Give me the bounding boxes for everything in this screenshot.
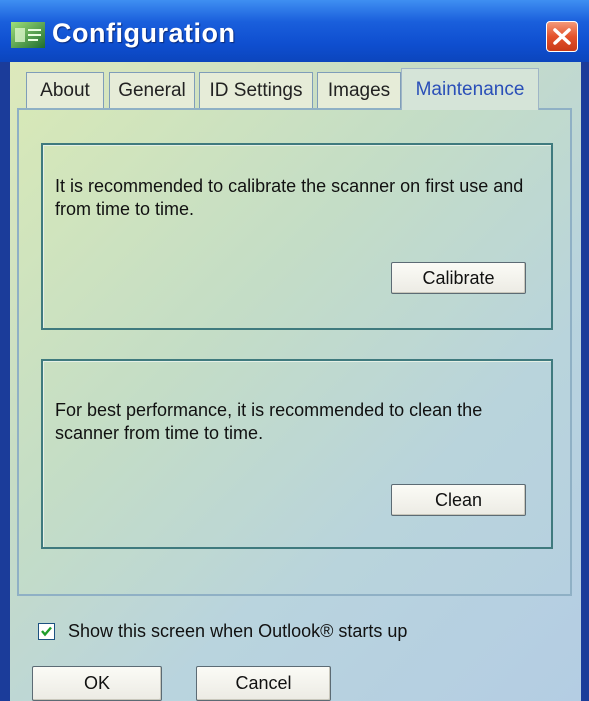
startup-checkbox[interactable] bbox=[38, 623, 55, 640]
scanner-app-icon bbox=[11, 22, 45, 48]
maintenance-tab-panel: It is recommended to calibrate the scann… bbox=[17, 108, 572, 596]
calibrate-button[interactable]: Calibrate bbox=[391, 262, 526, 294]
clean-button[interactable]: Clean bbox=[391, 484, 526, 516]
checkmark-icon bbox=[41, 626, 52, 637]
tab-label: About bbox=[40, 79, 90, 101]
tab-about[interactable]: About bbox=[26, 72, 104, 108]
window-title: Configuration bbox=[52, 18, 236, 48]
tab-label: Maintenance bbox=[415, 78, 525, 100]
clean-groupbox: For best performance, it is recommended … bbox=[41, 359, 553, 549]
cancel-button[interactable]: Cancel bbox=[196, 666, 331, 701]
configuration-window: Configuration About General ID Settings … bbox=[0, 0, 589, 701]
calibrate-groupbox: It is recommended to calibrate the scann… bbox=[41, 143, 553, 330]
tab-maintenance[interactable]: Maintenance bbox=[401, 68, 539, 110]
tab-id-settings[interactable]: ID Settings bbox=[199, 72, 313, 108]
close-button[interactable] bbox=[546, 21, 578, 52]
close-icon bbox=[553, 28, 571, 45]
startup-checkbox-label: Show this screen when Outlook® starts up bbox=[68, 621, 408, 641]
tab-images[interactable]: Images bbox=[317, 72, 401, 108]
title-bar[interactable]: Configuration bbox=[0, 0, 589, 62]
clean-description: For best performance, it is recommended … bbox=[55, 400, 483, 443]
tab-label: Images bbox=[327, 79, 391, 101]
ok-button[interactable]: OK bbox=[32, 666, 162, 701]
tab-label: ID Settings bbox=[209, 79, 303, 101]
tab-general[interactable]: General bbox=[109, 72, 195, 108]
startup-checkbox-row[interactable]: Show this screen when Outlook® starts up bbox=[38, 621, 407, 642]
tab-label: General bbox=[118, 79, 186, 101]
calibrate-description: It is recommended to calibrate the scann… bbox=[55, 176, 524, 219]
